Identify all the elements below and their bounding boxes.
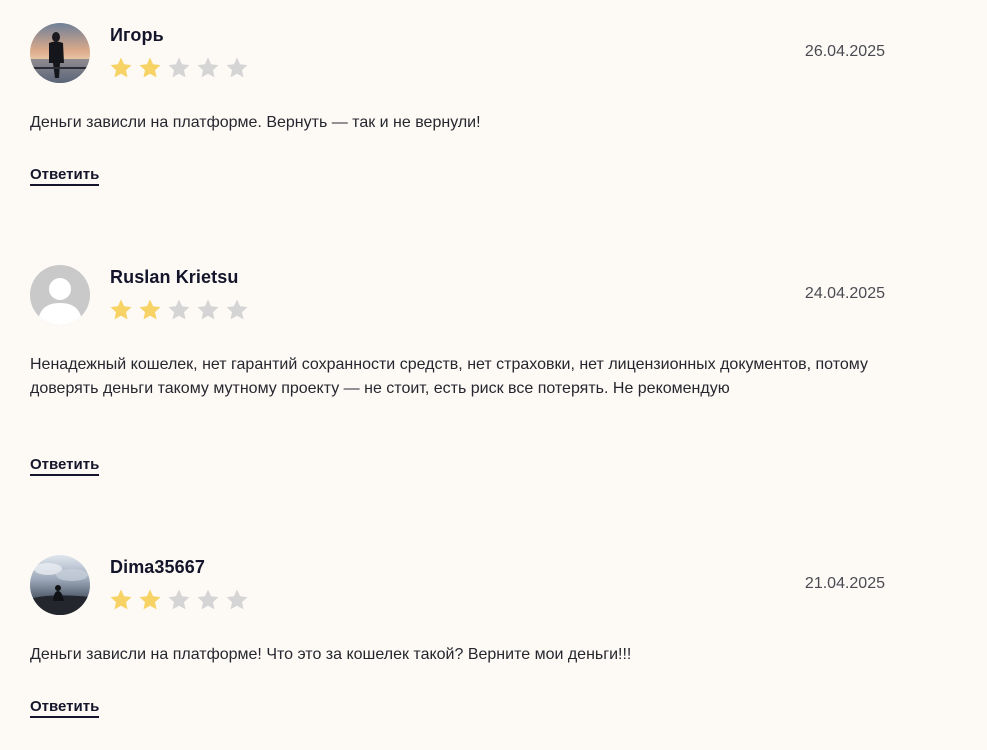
review-author: Ruslan Krietsu [110, 267, 239, 287]
default-user-icon [30, 265, 90, 325]
reply-button[interactable]: Ответить [30, 698, 100, 718]
star-filled-icon [110, 589, 132, 610]
review-item: Dima35667 21.04.2025 Деньги зависли на п… [30, 555, 885, 718]
review-date: 24.04.2025 [804, 285, 885, 302]
star-empty-icon [197, 57, 219, 78]
star-filled-icon [139, 589, 161, 610]
rating-stars [109, 588, 249, 612]
reply-button[interactable]: Ответить [30, 166, 100, 186]
star-empty-icon [168, 589, 190, 610]
star-filled-icon [110, 299, 132, 320]
avatar [30, 265, 90, 325]
review-header: Игорь 26.04.2025 [30, 23, 885, 83]
star-filled-icon [139, 57, 161, 78]
star-filled-icon [110, 57, 132, 78]
review-text: Деньги зависли на платформе! Что это за … [30, 646, 632, 663]
review-date: 26.04.2025 [804, 43, 885, 60]
star-empty-icon [197, 589, 219, 610]
review-author: Игорь [110, 25, 164, 45]
rating-stars [109, 298, 249, 322]
review-text: Ненадежный кошелек, нет гарантий сохранн… [30, 356, 868, 397]
star-empty-icon [197, 299, 219, 320]
review-date: 21.04.2025 [804, 575, 885, 592]
review-author: Dima35667 [110, 557, 205, 577]
rating-stars [109, 56, 249, 80]
avatar [30, 555, 90, 615]
review-header: Ruslan Krietsu 24.04.2025 [30, 265, 885, 325]
avatar-photo-icon [30, 555, 90, 615]
review-text: Деньги зависли на платформе. Вернуть — т… [30, 114, 481, 131]
review-item: Ruslan Krietsu 24.04.2025 Ненадежный кош… [30, 265, 885, 476]
avatar [30, 23, 90, 83]
star-filled-icon [139, 299, 161, 320]
star-empty-icon [168, 57, 190, 78]
star-empty-icon [168, 299, 190, 320]
reply-button[interactable]: Ответить [30, 456, 100, 476]
star-empty-icon [226, 57, 248, 78]
review-item: Игорь 26.04.2025 Деньги зависли на платф… [30, 23, 885, 186]
avatar-photo-icon [30, 23, 90, 83]
star-empty-icon [226, 299, 248, 320]
star-empty-icon [226, 589, 248, 610]
review-header: Dima35667 21.04.2025 [30, 555, 885, 615]
